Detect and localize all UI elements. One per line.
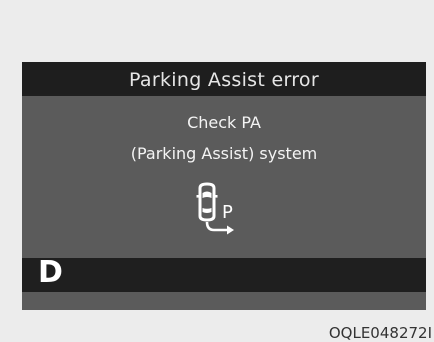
figure-code: OQLE048272I bbox=[328, 324, 432, 342]
gear-status-bar: D bbox=[22, 255, 426, 292]
parking-letter: P bbox=[222, 202, 233, 223]
cluster-display: Parking Assist error Check PA (Parking A… bbox=[22, 62, 426, 310]
message-line-1: Check PA bbox=[187, 113, 261, 132]
message-line-2: (Parking Assist) system bbox=[130, 144, 318, 163]
warning-title: Parking Assist error bbox=[22, 62, 426, 94]
gear-indicator: D bbox=[38, 255, 63, 290]
parking-assist-warning-icon: P bbox=[196, 182, 234, 235]
